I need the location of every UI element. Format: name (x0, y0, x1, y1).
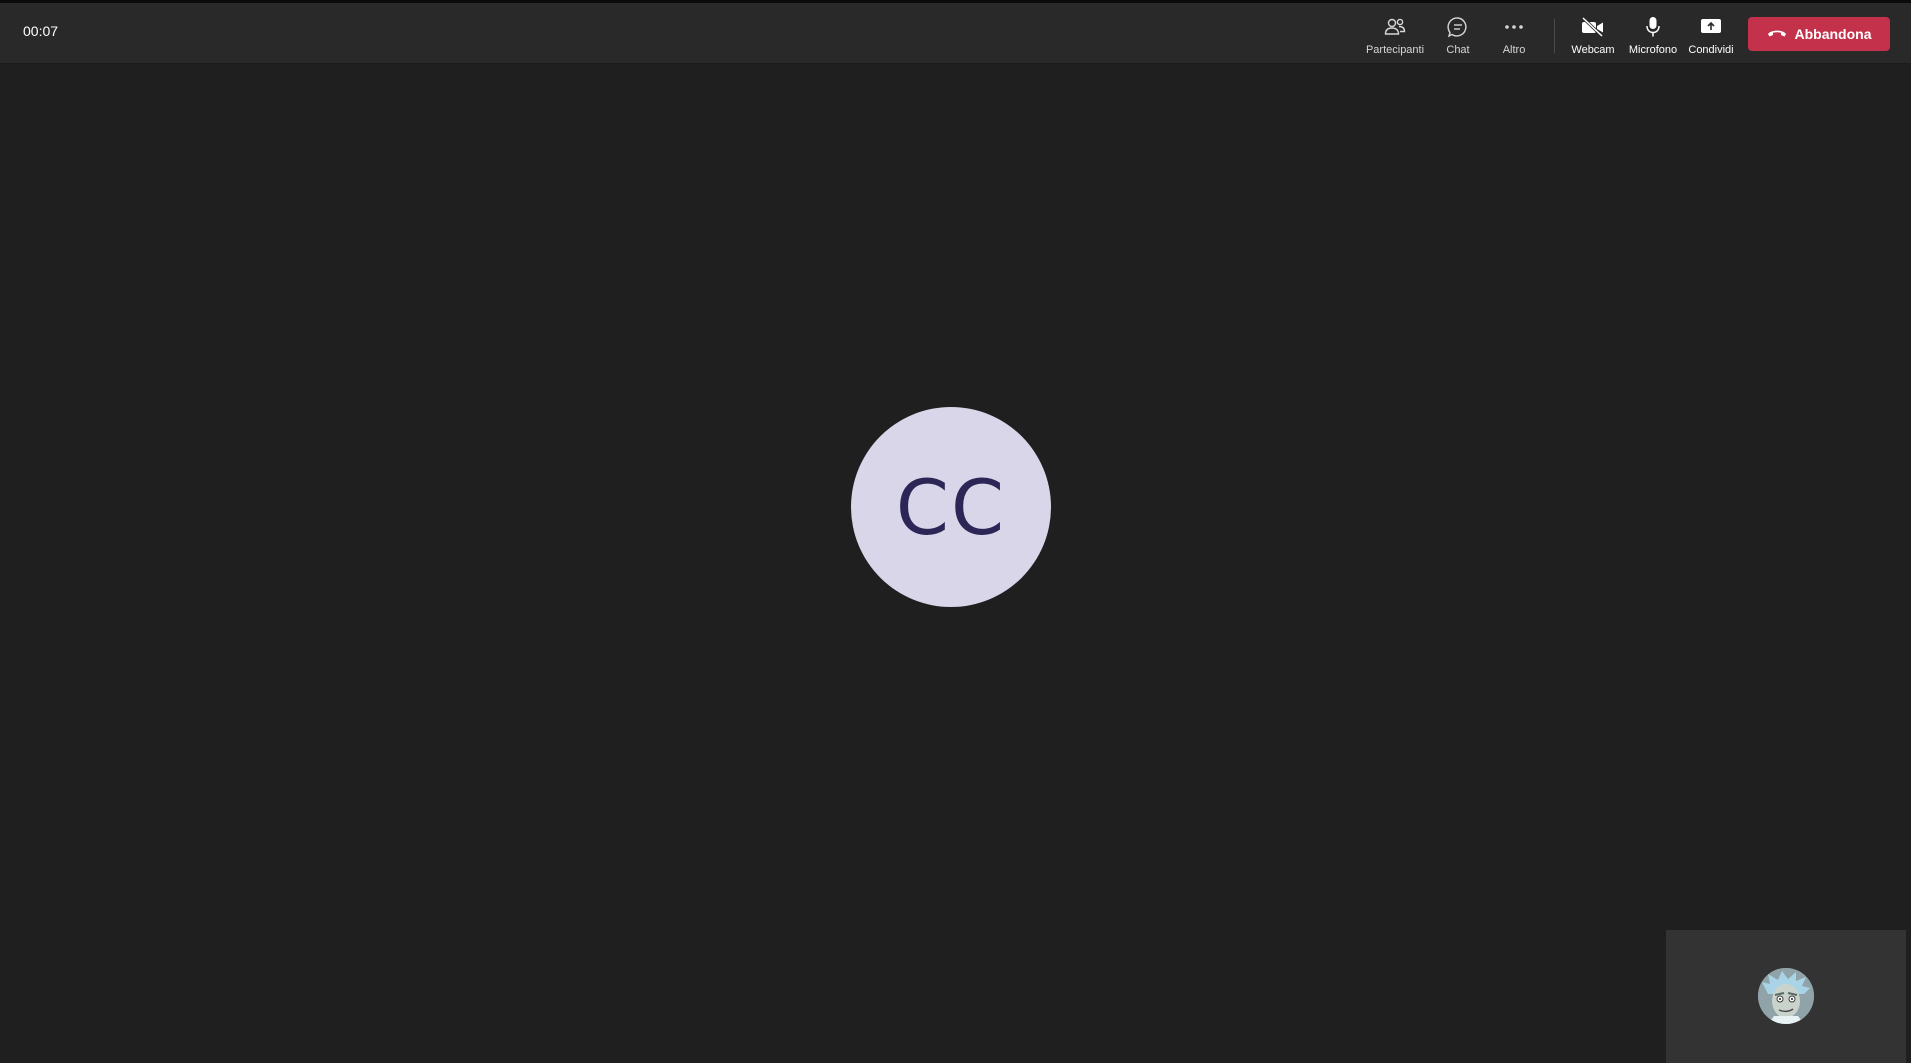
share-screen-button[interactable]: Condividi (1686, 11, 1736, 59)
share-label: Condividi (1688, 44, 1734, 56)
meeting-toolbar: 00:07 Partecipanti Chat Altro Webcam Mic… (0, 3, 1911, 64)
participant-avatar: CC (851, 407, 1051, 607)
participants-button[interactable]: Partecipanti (1363, 11, 1427, 59)
chat-button[interactable]: Chat (1442, 11, 1474, 59)
webcam-label: Webcam (1571, 44, 1615, 56)
toolbar-divider (1554, 19, 1555, 53)
more-label: Altro (1502, 44, 1526, 56)
share-screen-icon (1699, 15, 1723, 39)
self-avatar (1758, 968, 1814, 1024)
camera-off-icon (1581, 15, 1605, 39)
participants-label: Partecipanti (1365, 44, 1425, 56)
ellipsis-icon (1502, 15, 1526, 39)
people-icon (1383, 15, 1407, 39)
leave-meeting-button[interactable]: Abbandona (1748, 17, 1890, 51)
microphone-toggle-button[interactable]: Microfono (1625, 11, 1681, 59)
webcam-toggle-button[interactable]: Webcam (1570, 11, 1616, 59)
more-button[interactable]: Altro (1496, 11, 1532, 59)
microphone-icon (1641, 15, 1665, 39)
chat-icon (1446, 15, 1470, 39)
leave-label: Abbandona (1794, 26, 1872, 42)
meeting-stage: CC (0, 64, 1911, 1063)
microphone-label: Microfono (1628, 44, 1678, 56)
meeting-timer: 00:07 (23, 23, 59, 39)
chat-label: Chat (1446, 44, 1470, 56)
phone-hangup-icon (1767, 25, 1787, 43)
self-preview-tile[interactable] (1666, 930, 1906, 1063)
participant-initials: CC (895, 462, 1007, 552)
